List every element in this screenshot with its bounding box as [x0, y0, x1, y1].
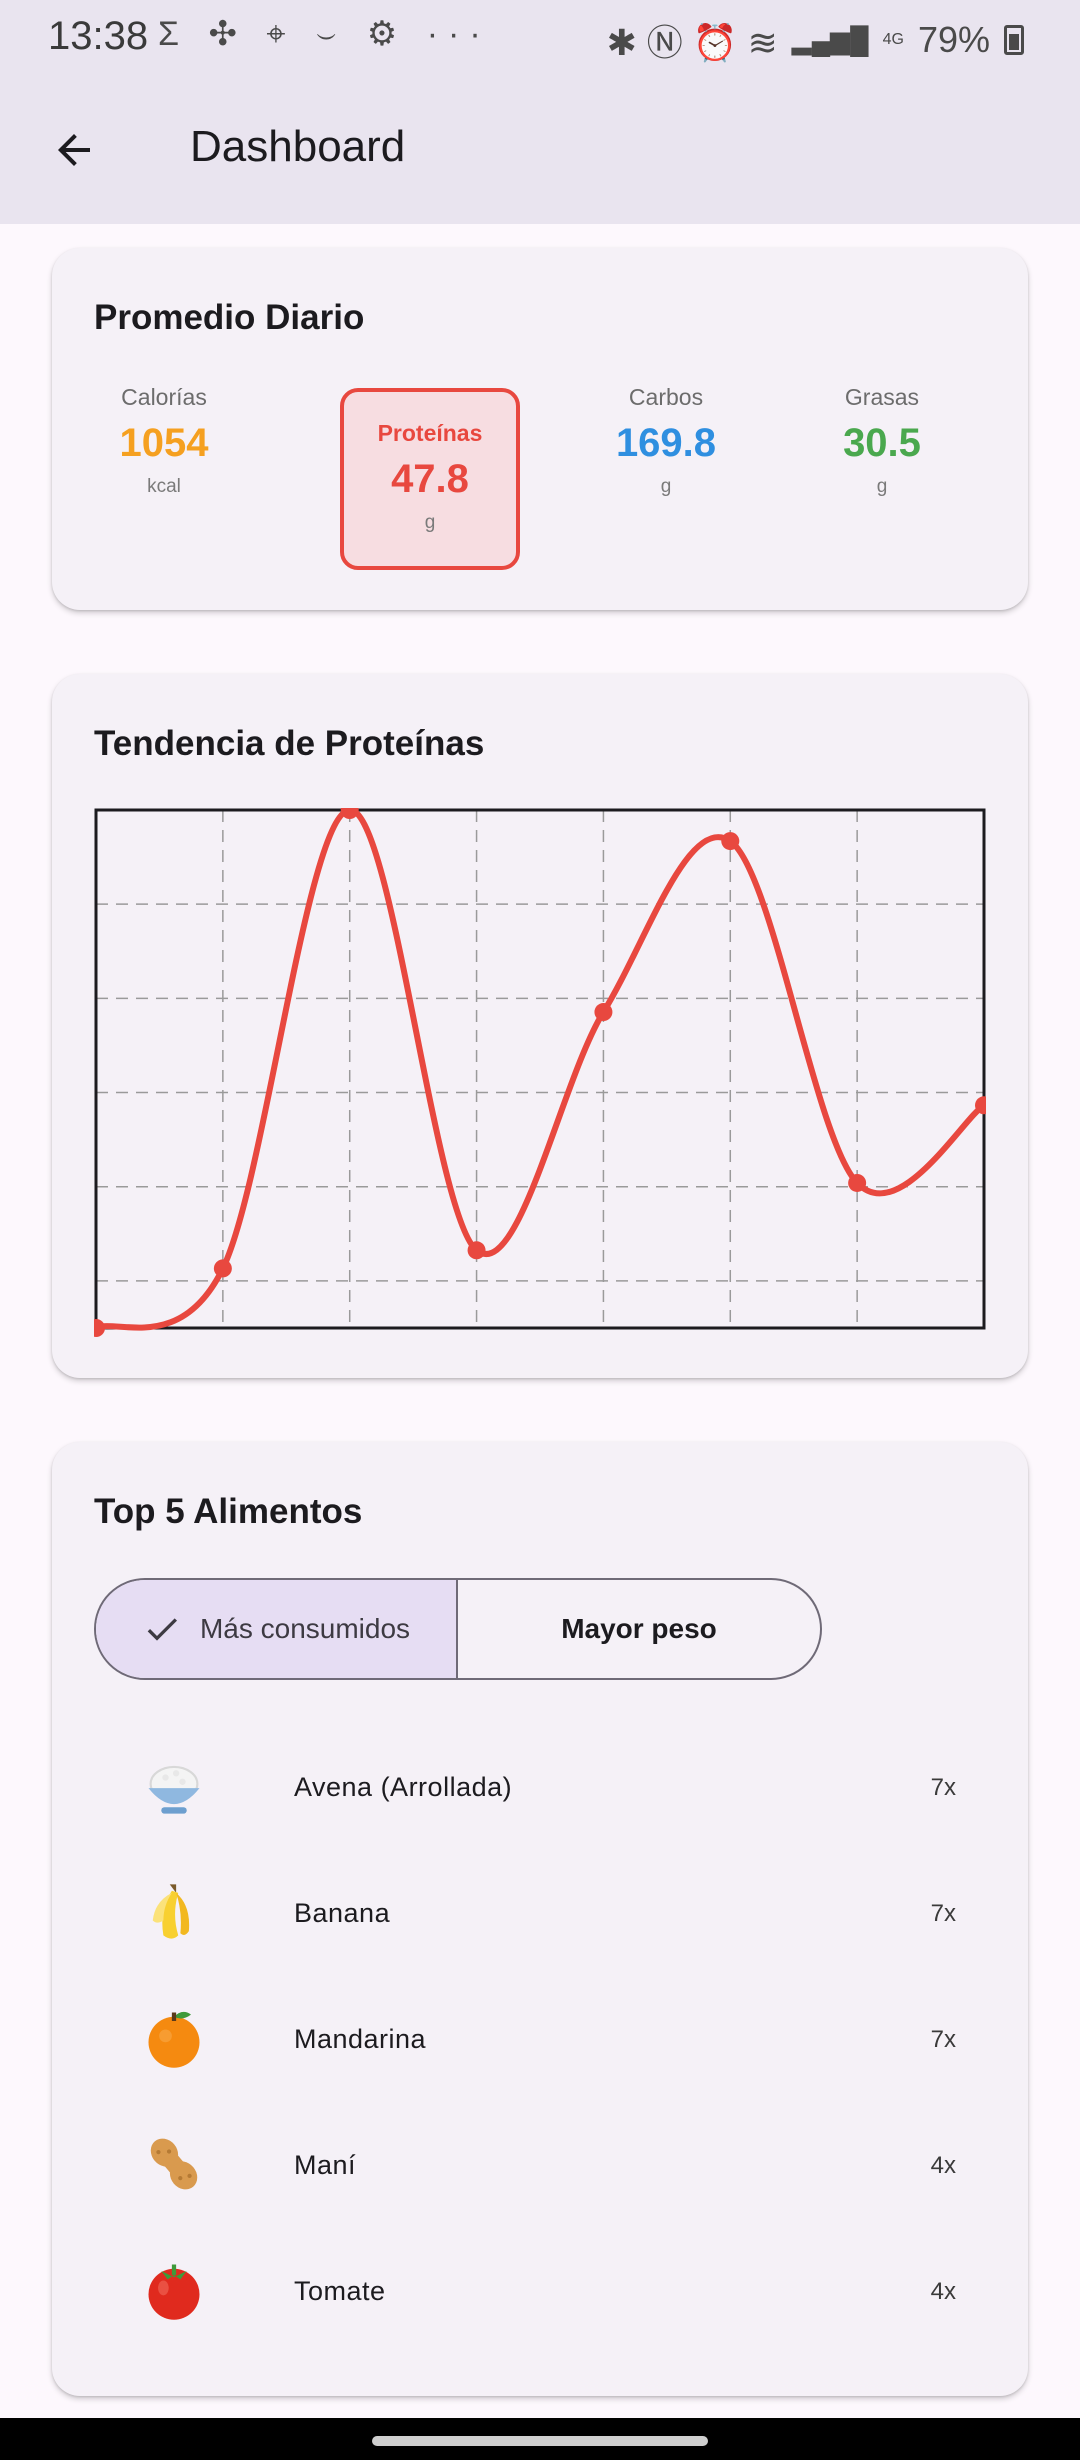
back-button[interactable]: [40, 116, 108, 184]
food-name: Avena (Arrollada): [294, 1772, 513, 1802]
macro-unit: g: [876, 476, 888, 497]
macro-label: Carbos: [628, 384, 704, 410]
food-count: 4x: [930, 2278, 956, 2305]
food-count: 7x: [930, 1774, 956, 1801]
page-title: Dashboard: [190, 122, 406, 171]
rice-bowl-icon: [148, 1765, 200, 1814]
chart-data-point: [848, 1173, 867, 1192]
network-type: 4G: [882, 31, 904, 48]
food-name: Tomate: [294, 2276, 386, 2306]
daily-average-card: Promedio Diario Calorías 1054 kcal Prote…: [52, 248, 1028, 610]
notification-icons: Σ ✣ ⌖ ⌣ ⚙ ···: [158, 15, 491, 53]
banana-icon: [152, 1884, 190, 1939]
macro-value: 1054: [119, 421, 209, 465]
tomato-icon: [148, 2264, 200, 2320]
macro-label: Grasas: [844, 384, 920, 410]
top-foods-card: Top 5 Alimentos Más consumidos Mayor pes…: [52, 1442, 1028, 2396]
peanut-icon: [150, 2138, 198, 2190]
battery-icon: [1004, 25, 1024, 55]
macro-unit: g: [424, 512, 436, 533]
food-count: 7x: [930, 1900, 956, 1927]
food-count: 4x: [930, 2152, 956, 2179]
macro-fats[interactable]: Grasas 30.5 g: [792, 376, 972, 558]
list-item[interactable]: Tomate 4x: [94, 2242, 986, 2342]
tab-most-consumed[interactable]: Más consumidos: [96, 1580, 458, 1678]
signal-icon: ▂▄▆█: [791, 24, 869, 55]
chart-data-point: [594, 1003, 613, 1022]
trend-card: Tendencia de Proteínas: [52, 674, 1028, 1378]
macro-carbs[interactable]: Carbos 169.8 g: [576, 376, 756, 558]
food-name: Maní: [294, 2150, 357, 2180]
macro-unit: g: [660, 476, 672, 497]
list-item[interactable]: Maní 4x: [94, 2116, 986, 2216]
top-foods-title: Top 5 Alimentos: [94, 1492, 363, 1531]
system-icons: ✱ Ⓝ ⏰ ≋ ▂▄▆█ 4G 79%: [607, 14, 1024, 66]
chart-data-point: [213, 1259, 232, 1278]
top-foods-toggle: Más consumidos Mayor peso: [94, 1578, 822, 1680]
macro-value: 47.8: [391, 457, 469, 501]
tangerine-icon: [148, 2011, 200, 2068]
macro-value: 169.8: [615, 421, 717, 465]
connectivity-icons: ✱ Ⓝ ⏰ ≋: [606, 22, 778, 63]
macro-value: 30.5: [843, 421, 921, 465]
chart-data-point: [467, 1241, 486, 1260]
tab-label: Más consumidos: [199, 1613, 411, 1644]
chart-data-point: [721, 832, 740, 851]
macro-unit: kcal: [147, 476, 181, 497]
daily-average-title: Promedio Diario: [94, 298, 365, 337]
battery-percent: 79%: [917, 19, 990, 60]
protein-trend-chart: [94, 808, 986, 1337]
tab-heaviest[interactable]: Mayor peso: [458, 1580, 820, 1678]
home-gesture-handle[interactable]: [372, 2436, 708, 2446]
list-item[interactable]: Avena (Arrollada) 7x: [94, 1738, 986, 1838]
food-name: Banana: [294, 1898, 391, 1928]
food-count: 7x: [930, 2026, 956, 2053]
macro-protein[interactable]: Proteínas 47.8 g: [340, 388, 520, 570]
check-icon: [147, 1618, 177, 1641]
macro-calories[interactable]: Calorías 1054 kcal: [74, 376, 254, 558]
tab-label: Mayor peso: [561, 1613, 717, 1644]
status-bar: 13:38 Σ ✣ ⌖ ⌣ ⚙ ··· ✱ Ⓝ ⏰ ≋ ▂▄▆█ 4G 79%: [0, 0, 1080, 76]
trend-title: Tendencia de Proteínas: [94, 724, 485, 763]
arrow-back-icon: [58, 134, 90, 166]
status-time: 13:38: [48, 14, 149, 58]
list-item[interactable]: Mandarina 7x: [94, 1990, 986, 2090]
food-name: Mandarina: [294, 2024, 427, 2054]
list-item[interactable]: Banana 7x: [94, 1864, 986, 1964]
app-bar: Dashboard: [0, 76, 1080, 224]
navigation-bar: [0, 2418, 1080, 2460]
macro-label: Proteínas: [377, 420, 483, 446]
macro-label: Calorías: [121, 384, 207, 410]
